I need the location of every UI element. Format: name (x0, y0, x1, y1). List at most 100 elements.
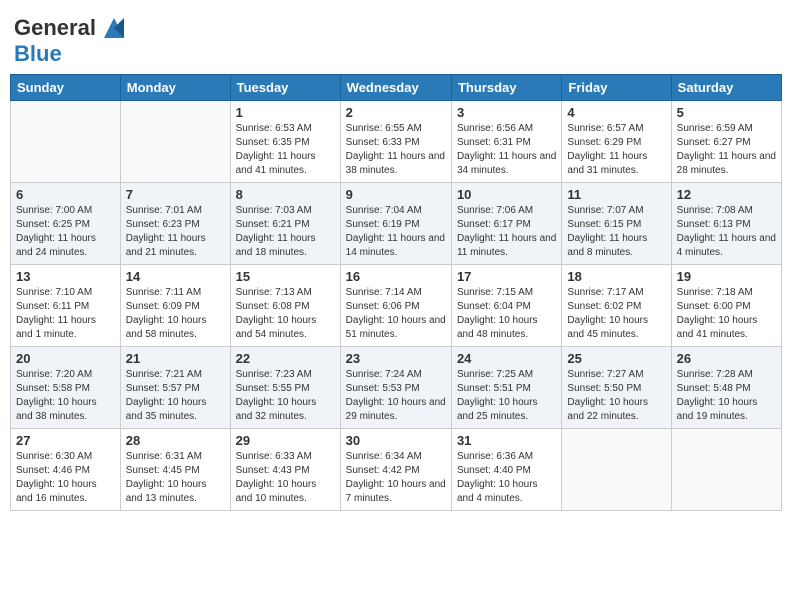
day-info: Sunrise: 7:13 AM Sunset: 6:08 PM Dayligh… (236, 286, 335, 342)
day-info: Sunrise: 7:23 AM Sunset: 5:55 PM Dayligh… (236, 368, 335, 424)
day-info: Sunrise: 7:08 AM Sunset: 6:13 PM Dayligh… (677, 204, 776, 260)
day-info: Sunrise: 7:06 AM Sunset: 6:17 PM Dayligh… (457, 204, 556, 260)
day-number: 12 (677, 187, 776, 202)
day-info: Sunrise: 7:27 AM Sunset: 5:50 PM Dayligh… (567, 368, 665, 424)
calendar-cell (120, 101, 230, 183)
day-number: 7 (126, 187, 225, 202)
day-info: Sunrise: 7:00 AM Sunset: 6:25 PM Dayligh… (16, 204, 115, 260)
calendar-cell: 25Sunrise: 7:27 AM Sunset: 5:50 PM Dayli… (562, 347, 671, 429)
calendar-cell: 28 Sunrise: 6:31 AM Sunset: 4:45 PM Dayli… (120, 429, 230, 511)
calendar-week-row: 27Sunrise: 6:30 AM Sunset: 4:46 PM Dayli… (11, 429, 782, 511)
day-info: Sunrise: 7:14 AM Sunset: 6:06 PM Dayligh… (346, 286, 446, 342)
day-info: Sunrise: 7:24 AM Sunset: 5:53 PM Dayligh… (346, 368, 446, 424)
calendar-week-row: 20 Sunrise: 7:20 AM Sunset: 5:58 PM Dayli… (11, 347, 782, 429)
weekday-header-cell: Sunday (11, 75, 121, 101)
day-info: Sunrise: 6:57 AM Sunset: 6:29 PM Dayligh… (567, 122, 665, 178)
day-info: Sunrise: 7:21 AM Sunset: 5:57 PM Dayligh… (126, 368, 225, 424)
calendar-week-row: 6 Sunrise: 7:00 AM Sunset: 6:25 PM Daylig… (11, 183, 782, 265)
calendar-cell: 20 Sunrise: 7:20 AM Sunset: 5:58 PM Dayli… (11, 347, 121, 429)
day-info: Sunrise: 7:17 AM Sunset: 6:02 PM Dayligh… (567, 286, 665, 342)
day-number: 13 (16, 269, 115, 284)
calendar-cell: 1 Sunrise: 6:53 AM Sunset: 6:35 PM Daylig… (230, 101, 340, 183)
calendar-cell: 27Sunrise: 6:30 AM Sunset: 4:46 PM Dayli… (11, 429, 121, 511)
calendar-cell: 22 Sunrise: 7:23 AM Sunset: 5:55 PM Dayli… (230, 347, 340, 429)
calendar-cell: 5 Sunrise: 6:59 AM Sunset: 6:27 PM Daylig… (671, 101, 781, 183)
day-number: 30 (346, 433, 446, 448)
day-number: 26 (677, 351, 776, 366)
day-info: Sunrise: 7:01 AM Sunset: 6:23 PM Dayligh… (126, 204, 225, 260)
day-number: 18 (567, 269, 665, 284)
day-info: Sunrise: 7:20 AM Sunset: 5:58 PM Dayligh… (16, 368, 115, 424)
calendar-cell: 31 Sunrise: 6:36 AM Sunset: 4:40 PM Dayli… (451, 429, 561, 511)
day-number: 2 (346, 105, 446, 120)
day-info: Sunrise: 7:07 AM Sunset: 6:15 PM Dayligh… (567, 204, 665, 260)
day-info: Sunrise: 7:28 AM Sunset: 5:48 PM Dayligh… (677, 368, 776, 424)
calendar-cell: 21 Sunrise: 7:21 AM Sunset: 5:57 PM Dayli… (120, 347, 230, 429)
day-info: Sunrise: 7:18 AM Sunset: 6:00 PM Dayligh… (677, 286, 776, 342)
calendar-cell: 9Sunrise: 7:04 AM Sunset: 6:19 PM Daylig… (340, 183, 451, 265)
day-number: 31 (457, 433, 556, 448)
calendar-cell: 14 Sunrise: 7:11 AM Sunset: 6:09 PM Dayli… (120, 265, 230, 347)
day-number: 22 (236, 351, 335, 366)
day-number: 21 (126, 351, 225, 366)
day-info: Sunrise: 7:25 AM Sunset: 5:51 PM Dayligh… (457, 368, 556, 424)
calendar-cell: 30 Sunrise: 6:34 AM Sunset: 4:42 PM Dayli… (340, 429, 451, 511)
day-info: Sunrise: 6:34 AM Sunset: 4:42 PM Dayligh… (346, 450, 446, 506)
calendar-cell: 2 Sunrise: 6:55 AM Sunset: 6:33 PM Daylig… (340, 101, 451, 183)
day-number: 4 (567, 105, 665, 120)
day-number: 28 (126, 433, 225, 448)
logo: General Blue (14, 14, 128, 66)
calendar-week-row: 1 Sunrise: 6:53 AM Sunset: 6:35 PM Daylig… (11, 101, 782, 183)
day-number: 16 (346, 269, 446, 284)
weekday-header-cell: Wednesday (340, 75, 451, 101)
day-info: Sunrise: 6:59 AM Sunset: 6:27 PM Dayligh… (677, 122, 776, 178)
weekday-header-row: SundayMondayTuesdayWednesdayThursdayFrid… (11, 75, 782, 101)
day-number: 29 (236, 433, 335, 448)
day-number: 10 (457, 187, 556, 202)
weekday-header-cell: Monday (120, 75, 230, 101)
calendar-body: 1 Sunrise: 6:53 AM Sunset: 6:35 PM Daylig… (11, 101, 782, 511)
day-info: Sunrise: 7:11 AM Sunset: 6:09 PM Dayligh… (126, 286, 225, 342)
calendar-cell: 24 Sunrise: 7:25 AM Sunset: 5:51 PM Dayli… (451, 347, 561, 429)
calendar-cell: 16 Sunrise: 7:14 AM Sunset: 6:06 PM Dayli… (340, 265, 451, 347)
day-number: 24 (457, 351, 556, 366)
calendar-week-row: 13 Sunrise: 7:10 AM Sunset: 6:11 PM Dayli… (11, 265, 782, 347)
day-number: 19 (677, 269, 776, 284)
weekday-header-cell: Thursday (451, 75, 561, 101)
day-info: Sunrise: 6:36 AM Sunset: 4:40 PM Dayligh… (457, 450, 556, 506)
calendar-cell: 13 Sunrise: 7:10 AM Sunset: 6:11 PM Dayli… (11, 265, 121, 347)
day-info: Sunrise: 6:53 AM Sunset: 6:35 PM Dayligh… (236, 122, 335, 178)
weekday-header-cell: Saturday (671, 75, 781, 101)
day-info: Sunrise: 7:10 AM Sunset: 6:11 PM Dayligh… (16, 286, 115, 342)
day-number: 6 (16, 187, 115, 202)
day-info: Sunrise: 6:55 AM Sunset: 6:33 PM Dayligh… (346, 122, 446, 178)
day-info: Sunrise: 6:31 AM Sunset: 4:45 PM Dayligh… (126, 450, 225, 506)
day-number: 14 (126, 269, 225, 284)
calendar-cell: 18 Sunrise: 7:17 AM Sunset: 6:02 PM Dayli… (562, 265, 671, 347)
calendar-cell: 11Sunrise: 7:07 AM Sunset: 6:15 PM Dayli… (562, 183, 671, 265)
calendar-cell: 12 Sunrise: 7:08 AM Sunset: 6:13 PM Dayli… (671, 183, 781, 265)
day-number: 1 (236, 105, 335, 120)
day-number: 8 (236, 187, 335, 202)
day-number: 9 (346, 187, 446, 202)
calendar-cell: 19 Sunrise: 7:18 AM Sunset: 6:00 PM Dayli… (671, 265, 781, 347)
day-info: Sunrise: 6:30 AM Sunset: 4:46 PM Dayligh… (16, 450, 115, 506)
day-number: 17 (457, 269, 556, 284)
day-number: 3 (457, 105, 556, 120)
day-info: Sunrise: 6:33 AM Sunset: 4:43 PM Dayligh… (236, 450, 335, 506)
page-header: General Blue (10, 10, 782, 66)
calendar-cell: 15Sunrise: 7:13 AM Sunset: 6:08 PM Dayli… (230, 265, 340, 347)
day-number: 5 (677, 105, 776, 120)
calendar-cell: 17Sunrise: 7:15 AM Sunset: 6:04 PM Dayli… (451, 265, 561, 347)
calendar-cell: 26 Sunrise: 7:28 AM Sunset: 5:48 PM Dayli… (671, 347, 781, 429)
calendar-table: SundayMondayTuesdayWednesdayThursdayFrid… (10, 74, 782, 511)
calendar-cell: 23Sunrise: 7:24 AM Sunset: 5:53 PM Dayli… (340, 347, 451, 429)
calendar-cell: 7 Sunrise: 7:01 AM Sunset: 6:23 PM Daylig… (120, 183, 230, 265)
logo-icon (100, 14, 128, 42)
day-number: 20 (16, 351, 115, 366)
day-info: Sunrise: 6:56 AM Sunset: 6:31 PM Dayligh… (457, 122, 556, 178)
calendar-cell (671, 429, 781, 511)
logo-text-blue: Blue (14, 41, 62, 66)
calendar-cell: 4 Sunrise: 6:57 AM Sunset: 6:29 PM Daylig… (562, 101, 671, 183)
calendar-cell (11, 101, 121, 183)
